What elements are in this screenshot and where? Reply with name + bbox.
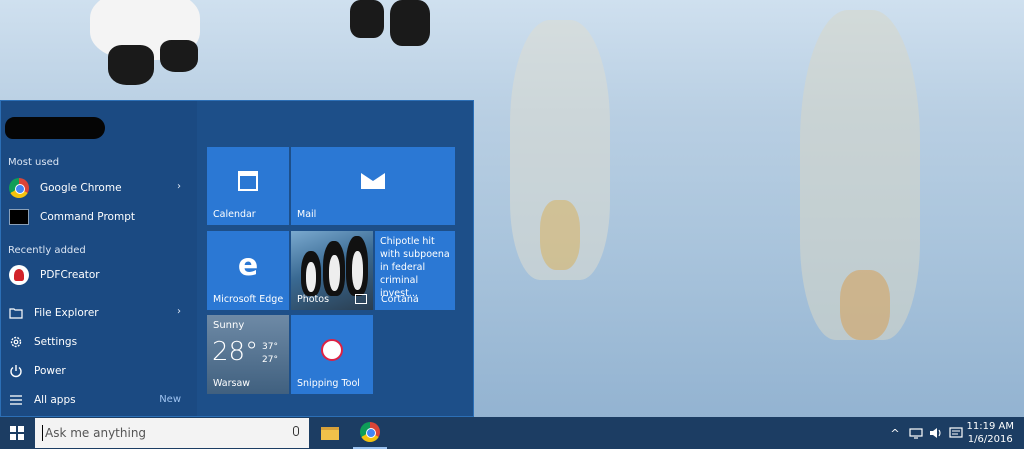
recently-added-heading: Recently added bbox=[8, 245, 86, 256]
tile-microsoft-edge[interactable]: e Microsoft Edge bbox=[207, 231, 289, 310]
photo-icon bbox=[355, 294, 367, 304]
network-icon[interactable] bbox=[906, 417, 926, 449]
pdfcreator-icon bbox=[8, 264, 30, 286]
tile-photos[interactable]: Photos bbox=[291, 231, 373, 310]
weather-low: 27° bbox=[262, 355, 278, 365]
most-used-heading: Most used bbox=[8, 157, 60, 168]
chevron-right-icon[interactable]: › bbox=[177, 181, 181, 192]
mail-icon bbox=[361, 173, 385, 190]
wallpaper-penguin-foot bbox=[160, 40, 198, 72]
tile-label: Microsoft Edge bbox=[213, 294, 284, 305]
start-item-label: Command Prompt bbox=[40, 211, 135, 223]
taskbar-app-google-chrome[interactable] bbox=[353, 417, 387, 449]
tile-weather[interactable]: Sunny 28° 37° 27° Warsaw bbox=[207, 315, 289, 394]
new-badge: New bbox=[159, 394, 181, 405]
tile-mail[interactable]: Mail bbox=[291, 147, 455, 225]
start-item-pdfcreator[interactable]: PDFCreator bbox=[1, 261, 197, 289]
folder-icon bbox=[321, 426, 339, 440]
start-item-power[interactable]: Power bbox=[1, 357, 197, 385]
file-explorer-icon bbox=[8, 305, 24, 321]
tile-label: Photos bbox=[297, 294, 330, 305]
cortana-search-box[interactable]: Ask me anything bbox=[35, 418, 309, 448]
calendar-icon bbox=[238, 171, 258, 192]
start-menu: Most used Google Chrome › Command Prompt… bbox=[0, 100, 474, 417]
start-item-label: All apps bbox=[34, 394, 76, 406]
start-item-label: Power bbox=[34, 365, 66, 377]
start-item-all-apps[interactable]: All apps New bbox=[1, 386, 197, 414]
tile-label: Snipping Tool bbox=[297, 378, 360, 389]
start-item-label: Settings bbox=[34, 336, 78, 348]
tile-label: Calendar bbox=[213, 209, 256, 220]
taskbar-app-file-explorer[interactable] bbox=[313, 417, 347, 449]
tile-label: Mail bbox=[297, 209, 317, 220]
start-menu-left-pane: Most used Google Chrome › Command Prompt… bbox=[1, 101, 197, 416]
chevron-right-icon[interactable]: › bbox=[177, 306, 181, 317]
wallpaper-reflection bbox=[840, 270, 890, 340]
text-caret bbox=[42, 425, 43, 441]
tile-calendar[interactable]: Calendar bbox=[207, 147, 289, 225]
start-item-settings[interactable]: Settings bbox=[1, 328, 197, 356]
start-item-google-chrome[interactable]: Google Chrome › bbox=[1, 174, 197, 202]
tile-snipping-tool[interactable]: Snipping Tool bbox=[291, 315, 373, 394]
chrome-icon bbox=[360, 422, 380, 442]
microphone-icon[interactable] bbox=[293, 426, 299, 436]
edge-icon: e bbox=[237, 247, 259, 283]
tile-label: Cortana bbox=[381, 294, 419, 305]
scissors-icon bbox=[321, 338, 343, 361]
weather-high: 37° bbox=[262, 342, 278, 352]
start-item-label: File Explorer bbox=[34, 307, 99, 319]
start-item-label: PDFCreator bbox=[40, 269, 100, 281]
action-center-icon[interactable] bbox=[946, 417, 966, 449]
power-icon bbox=[8, 363, 24, 379]
list-icon bbox=[8, 392, 24, 408]
tile-label: Warsaw bbox=[213, 378, 251, 389]
wallpaper-penguin-foot bbox=[108, 45, 154, 85]
volume-icon[interactable] bbox=[926, 417, 946, 449]
show-hidden-icons-button[interactable]: ^ bbox=[886, 417, 904, 449]
wallpaper-penguin-foot bbox=[350, 0, 384, 38]
start-item-file-explorer[interactable]: File Explorer › bbox=[1, 299, 197, 327]
taskbar-clock[interactable]: 11:19 AM 1/6/2016 bbox=[967, 420, 1014, 446]
windows-logo-icon bbox=[9, 426, 24, 440]
weather-condition: Sunny bbox=[213, 320, 245, 331]
gear-icon bbox=[8, 334, 24, 350]
cortana-headline: Chipotle hit with subpoena in federal cr… bbox=[380, 236, 450, 299]
wallpaper-penguin-foot bbox=[390, 0, 430, 46]
clock-time: 11:19 AM bbox=[966, 421, 1014, 432]
chevron-up-icon: ^ bbox=[890, 426, 900, 440]
chrome-icon bbox=[8, 177, 30, 199]
wallpaper-reflection bbox=[540, 200, 580, 270]
command-prompt-icon bbox=[8, 206, 30, 228]
start-button[interactable] bbox=[0, 417, 33, 449]
weather-temperature: 28° bbox=[212, 337, 259, 367]
clock-date: 1/6/2016 bbox=[967, 434, 1013, 445]
start-item-command-prompt[interactable]: Command Prompt bbox=[1, 203, 197, 231]
start-item-label: Google Chrome bbox=[40, 182, 122, 194]
search-placeholder: Ask me anything bbox=[45, 426, 147, 440]
user-account-button[interactable] bbox=[5, 117, 105, 139]
tile-cortana[interactable]: Chipotle hit with subpoena in federal cr… bbox=[375, 231, 455, 310]
taskbar: Ask me anything ^ 11:19 AM 1/6/2016 bbox=[0, 417, 1024, 449]
